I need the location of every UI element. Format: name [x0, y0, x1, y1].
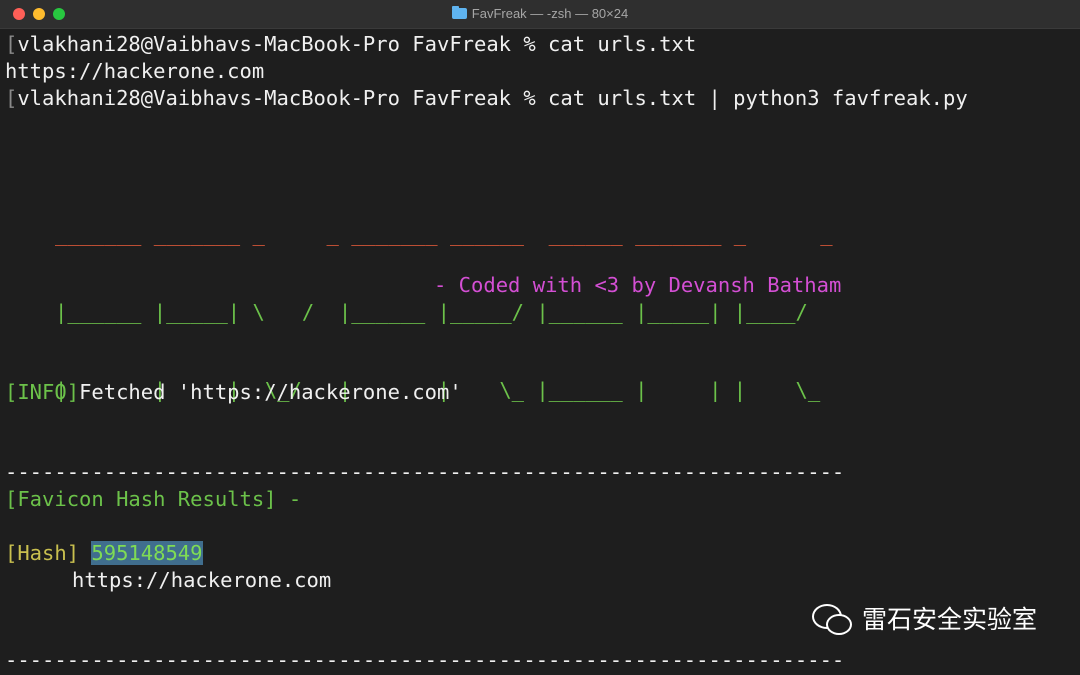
info-tag: [INFO] [5, 380, 80, 404]
title-bar: FavFreak — -zsh — 80×24 [0, 0, 1080, 29]
command-text: vlakhani28@Vaibhavs-MacBook-Pro FavFreak… [17, 32, 697, 56]
terminal-content[interactable]: [vlakhani28@Vaibhavs-MacBook-Pro FavFrea… [0, 29, 1080, 675]
info-text: Fetched 'https://hackerone.com' [79, 380, 462, 404]
hash-tag: [Hash] [5, 541, 80, 565]
separator-top: ----------------------------------------… [5, 460, 845, 484]
prompt-marker: [ [5, 32, 18, 56]
prompt-marker: [ [5, 86, 18, 110]
command-line-2: [vlakhani28@Vaibhavs-MacBook-Pro FavFrea… [5, 85, 968, 112]
watermark-text: 雷石安全实验室 [862, 605, 1038, 634]
results-header: [Favicon Hash Results] - [5, 487, 302, 511]
hash-value[interactable]: 595148549 [91, 541, 203, 565]
command-output-1: https://hackerone.com [5, 59, 265, 83]
banner-line-1: _______ _______ _ _ _______ ______ _____… [55, 222, 833, 246]
folder-icon [451, 6, 467, 19]
window-title-text: FavFreak — -zsh — 80×24 [471, 6, 629, 21]
separator-bottom: ----------------------------------------… [5, 648, 845, 672]
ascii-banner: _______ _______ _ _ _______ ______ _____… [55, 169, 833, 455]
credit-line: - Coded with <3 by Devansh Batham [434, 273, 842, 297]
wechat-icon [812, 602, 852, 635]
banner-line-2: |______ |_____| \ / |______ |_____/ |___… [55, 300, 808, 324]
command-line-1: [vlakhani28@Vaibhavs-MacBook-Pro FavFrea… [5, 31, 696, 58]
hash-line: [Hash] 595148549 [5, 540, 203, 567]
command-text: vlakhani28@Vaibhavs-MacBook-Pro FavFreak… [17, 86, 968, 110]
window-title: FavFreak — -zsh — 80×24 [0, 0, 1080, 28]
info-line: [INFO]Fetched 'https://hackerone.com' [5, 379, 462, 406]
watermark: 雷石安全实验室 [812, 598, 1037, 638]
hash-url: https://hackerone.com [72, 568, 332, 592]
